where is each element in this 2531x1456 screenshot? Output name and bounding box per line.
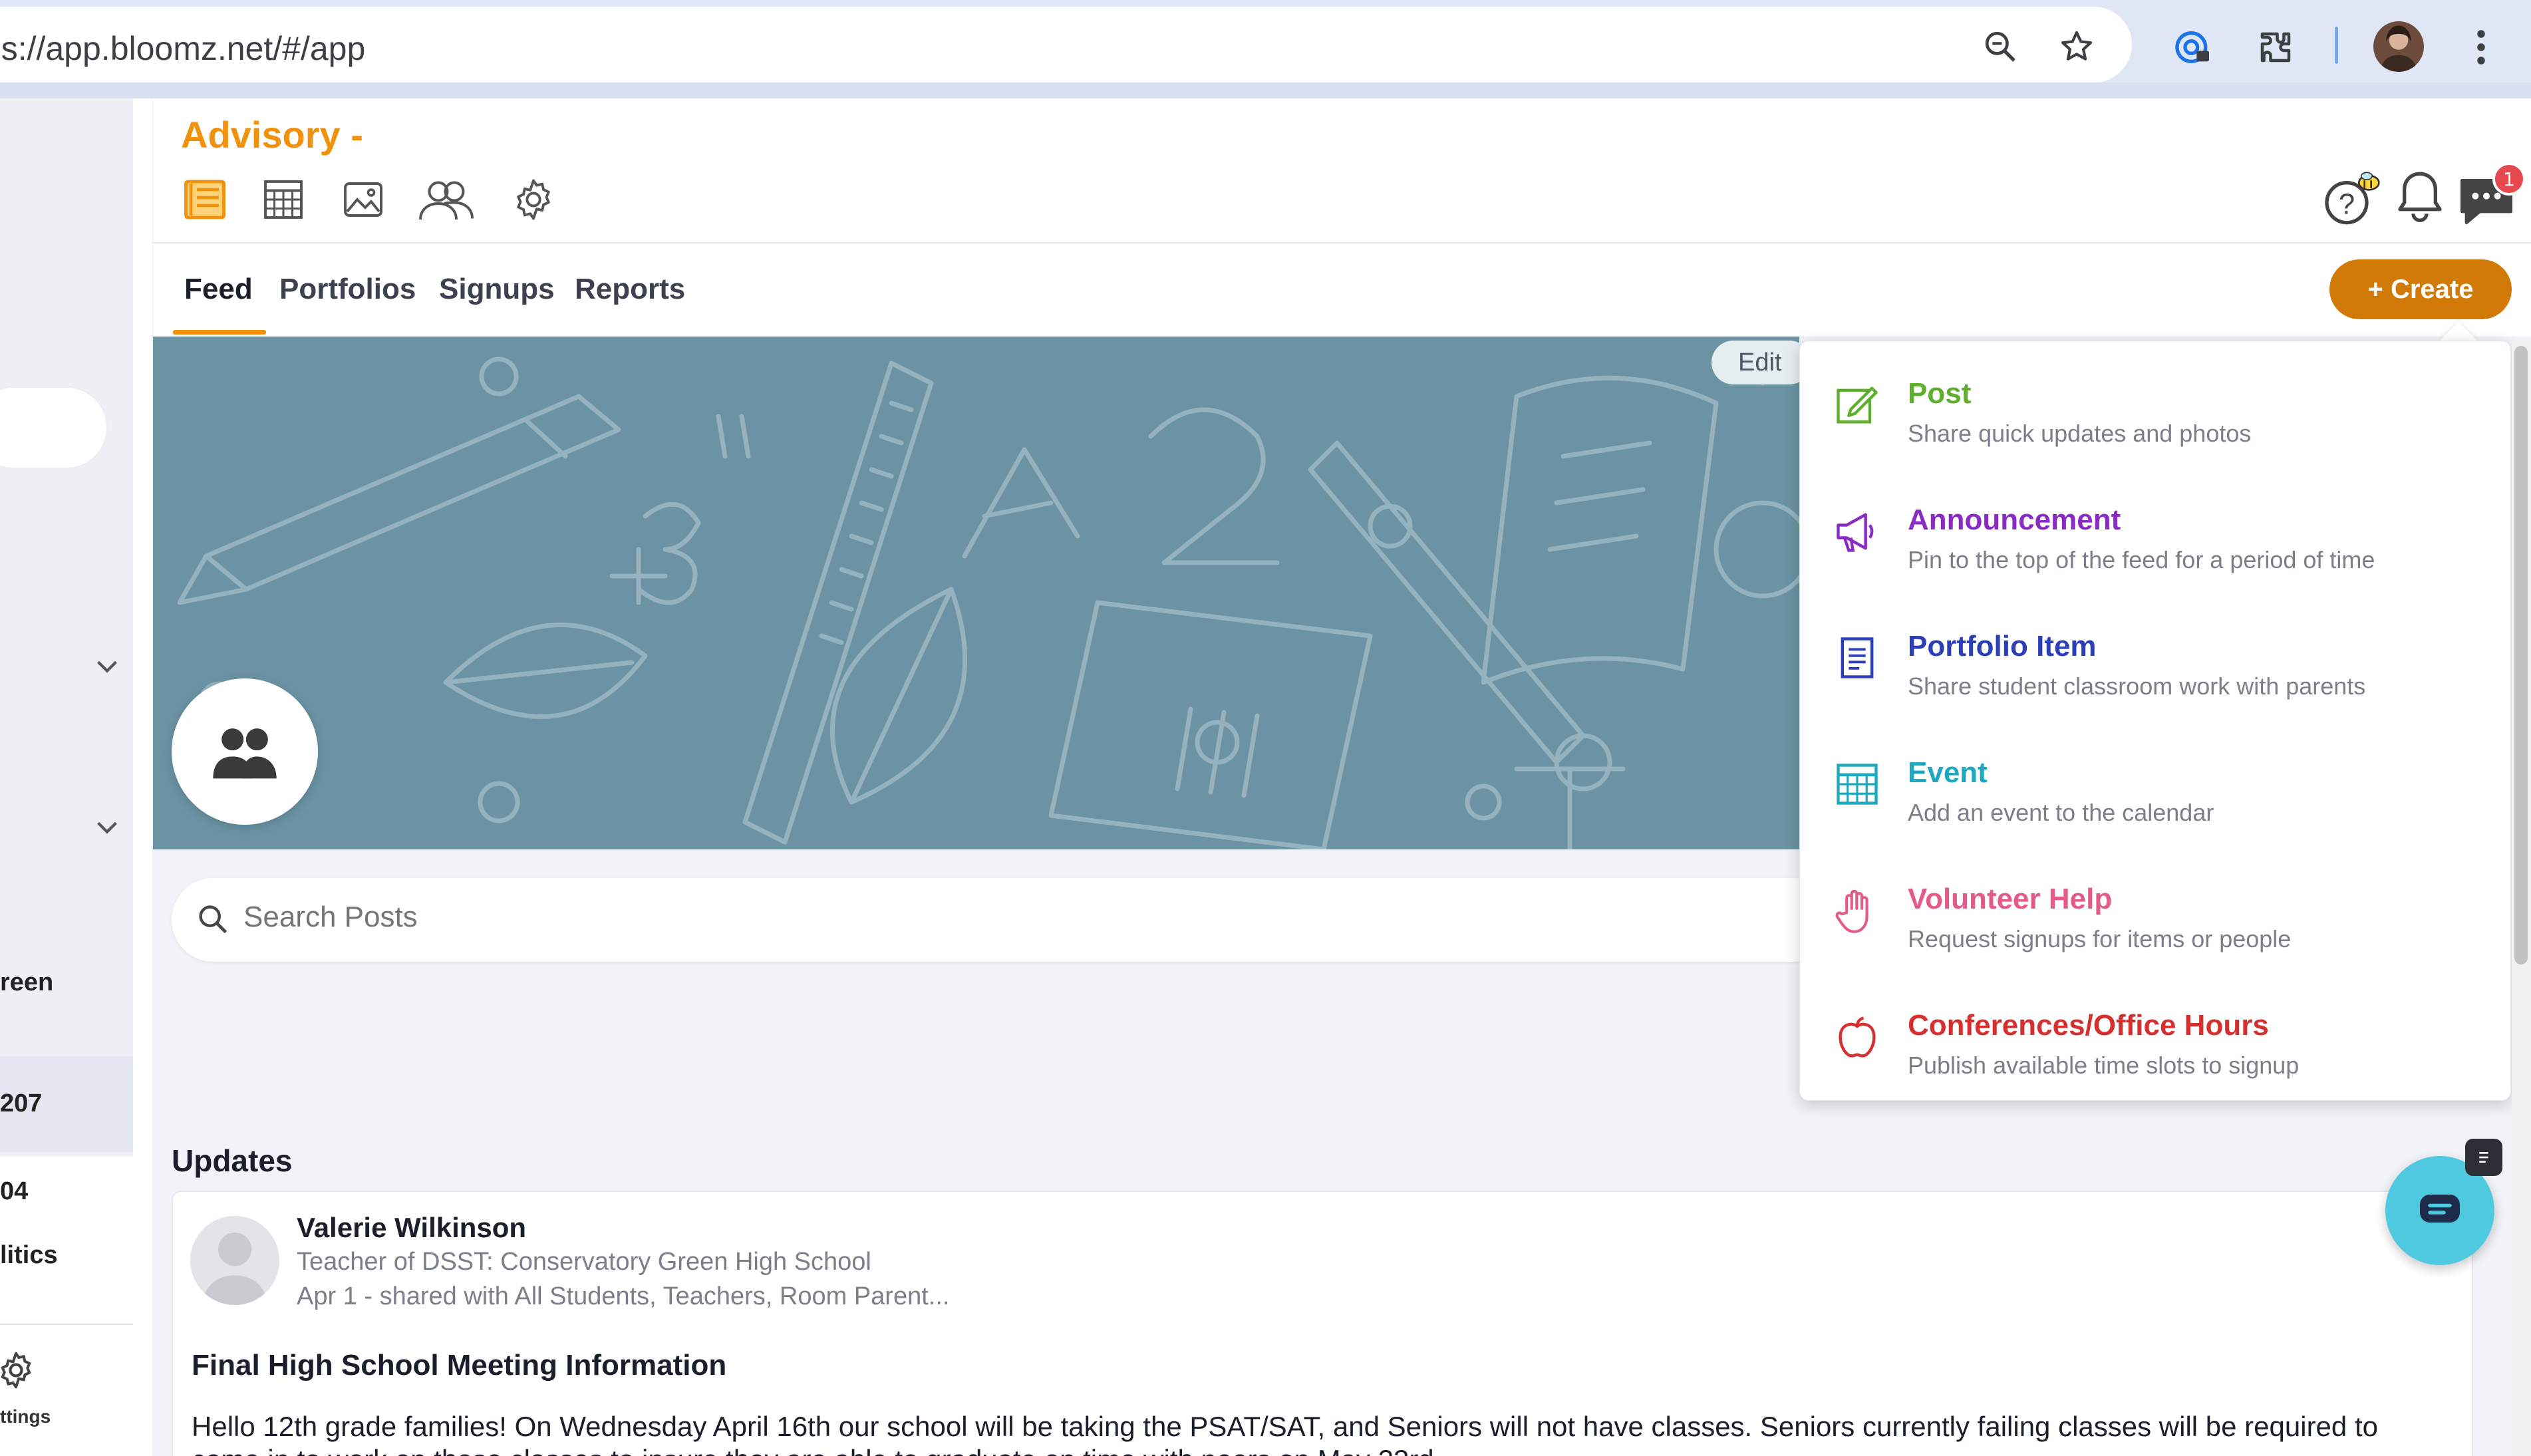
sidebar-item-label[interactable]: 04 bbox=[0, 1177, 28, 1206]
calendar-icon bbox=[1831, 758, 1884, 811]
chat-menu-icon[interactable] bbox=[2465, 1139, 2502, 1176]
svg-text:?: ? bbox=[2339, 188, 2355, 220]
document-icon bbox=[1831, 631, 1884, 684]
chat-bubble-icon bbox=[2420, 1195, 2460, 1223]
photos-icon[interactable] bbox=[339, 176, 387, 223]
chevron-down-icon[interactable] bbox=[92, 811, 122, 842]
password-manager-icon[interactable] bbox=[2170, 24, 2216, 71]
edit-banner-button[interactable]: Edit bbox=[1712, 341, 1811, 384]
members-icon[interactable] bbox=[416, 176, 476, 223]
browser-menu-icon[interactable] bbox=[2461, 24, 2501, 71]
post-body: Hello 12th grade families! On Wednesday … bbox=[192, 1411, 2378, 1456]
menu-item-description: Add an event to the calendar bbox=[1908, 799, 2214, 826]
create-menu-item-event[interactable]: Event Add an event to the calendar bbox=[1800, 736, 2512, 863]
create-menu-item-portfolio[interactable]: Portfolio Item Share student classroom w… bbox=[1800, 610, 2512, 736]
menu-item-description: Pin to the top of the feed for a period … bbox=[1908, 546, 2375, 573]
left-sidebar: reen 207 04 litics ttings bbox=[0, 98, 153, 1456]
feed-icon[interactable] bbox=[181, 176, 229, 223]
create-button[interactable]: + Create bbox=[2329, 259, 2512, 319]
tab-feed[interactable]: Feed bbox=[184, 273, 253, 306]
tab-signups[interactable]: Signups bbox=[439, 273, 555, 306]
zoom-icon[interactable] bbox=[1979, 25, 2021, 68]
menu-item-title[interactable]: Portfolio Item bbox=[1908, 630, 2097, 663]
active-tab-indicator bbox=[173, 330, 266, 335]
extensions-puzzle-icon[interactable] bbox=[2252, 24, 2299, 71]
group-header: Advisory - ? bbox=[153, 98, 2531, 243]
menu-item-description: Request signups for items or people bbox=[1908, 925, 2292, 952]
chevron-down-icon[interactable] bbox=[92, 651, 122, 681]
group-title: Advisory - bbox=[181, 114, 363, 156]
sidebar-item-label[interactable]: 207 bbox=[0, 1090, 42, 1118]
search-posts-bar[interactable] bbox=[172, 878, 1835, 962]
updates-heading: Updates bbox=[172, 1143, 293, 1178]
gear-icon[interactable] bbox=[0, 1349, 37, 1391]
feed-tabs: Feed Portfolios Signups Reports bbox=[153, 243, 2531, 337]
profile-avatar[interactable] bbox=[2373, 21, 2424, 72]
post-author[interactable]: Valerie Wilkinson bbox=[297, 1212, 526, 1244]
browser-chrome-edge bbox=[0, 82, 2531, 98]
notification-count-badge: 1 bbox=[2492, 162, 2526, 196]
menu-item-description: Share student classroom work with parent… bbox=[1908, 672, 2366, 700]
toolbar-divider bbox=[2335, 27, 2338, 64]
url-text[interactable]: tps://app.bloomz.net/#/app bbox=[0, 29, 365, 68]
settings-label: ttings bbox=[0, 1406, 51, 1427]
bookmark-star-icon[interactable] bbox=[2055, 25, 2098, 68]
menu-item-description: Publish available time slots to signup bbox=[1908, 1052, 2300, 1079]
sidebar-nav-area bbox=[0, 358, 133, 1156]
menu-item-title[interactable]: Conferences/Office Hours bbox=[1908, 1009, 2269, 1042]
create-menu-item-announcement[interactable]: Announcement Pin to the top of the feed … bbox=[1800, 484, 2512, 610]
sidebar-item-label[interactable]: litics bbox=[0, 1241, 58, 1270]
sidebar-item-label[interactable]: reen bbox=[0, 968, 53, 997]
sidebar-header-area bbox=[0, 98, 133, 358]
create-menu-item-volunteer[interactable]: Volunteer Help Request signups for items… bbox=[1800, 863, 2512, 989]
search-input[interactable] bbox=[243, 901, 1707, 934]
pencil-square-icon bbox=[1831, 378, 1884, 432]
post-author-role: Teacher of DSST: Conservatory Green High… bbox=[297, 1248, 871, 1276]
hand-icon bbox=[1831, 884, 1884, 937]
group-banner bbox=[153, 337, 1799, 849]
create-menu-item-conferences[interactable]: Conferences/Office Hours Publish availab… bbox=[1800, 989, 2512, 1115]
menu-item-title[interactable]: Announcement bbox=[1908, 504, 2121, 537]
sidebar-item-selected[interactable]: 207 bbox=[0, 1056, 133, 1152]
group-people-icon bbox=[213, 728, 277, 779]
search-icon bbox=[199, 905, 227, 934]
help-bee-icon[interactable]: ? bbox=[2320, 165, 2387, 231]
sidebar-search-pill[interactable] bbox=[0, 388, 106, 468]
notifications-bell-icon[interactable] bbox=[2387, 165, 2453, 231]
create-menu-item-post[interactable]: Post Share quick updates and photos bbox=[1800, 357, 2512, 484]
settings-gear-icon[interactable] bbox=[510, 176, 557, 223]
calendar-grid-icon[interactable] bbox=[259, 176, 307, 223]
post-meta[interactable]: Apr 1 - shared with All Students, Teache… bbox=[297, 1282, 949, 1311]
menu-item-title[interactable]: Volunteer Help bbox=[1908, 883, 2112, 916]
sidebar-settings[interactable]: ttings bbox=[0, 1324, 133, 1456]
school-doodle-pattern bbox=[177, 357, 1799, 849]
group-avatar[interactable] bbox=[172, 678, 318, 825]
tab-portfolios[interactable]: Portfolios bbox=[279, 273, 416, 306]
scrollbar-thumb[interactable] bbox=[2514, 346, 2528, 964]
post-title: Final High School Meeting Information bbox=[192, 1349, 727, 1382]
megaphone-icon bbox=[1831, 505, 1884, 558]
menu-item-title[interactable]: Post bbox=[1908, 377, 1971, 410]
default-avatar-icon bbox=[201, 1233, 269, 1305]
post-card[interactable]: Valerie Wilkinson Teacher of DSST: Conse… bbox=[172, 1191, 2473, 1456]
edit-label[interactable]: Edit bbox=[1738, 349, 1781, 377]
address-bar[interactable]: tps://app.bloomz.net/#/app bbox=[0, 7, 2132, 82]
create-menu: Post Share quick updates and photos Anno… bbox=[1799, 341, 2511, 1101]
apple-icon bbox=[1831, 1010, 1884, 1064]
tab-reports[interactable]: Reports bbox=[575, 273, 685, 306]
author-avatar[interactable] bbox=[190, 1216, 279, 1305]
menu-item-title[interactable]: Event bbox=[1908, 756, 1988, 790]
menu-item-description: Share quick updates and photos bbox=[1908, 420, 2252, 447]
